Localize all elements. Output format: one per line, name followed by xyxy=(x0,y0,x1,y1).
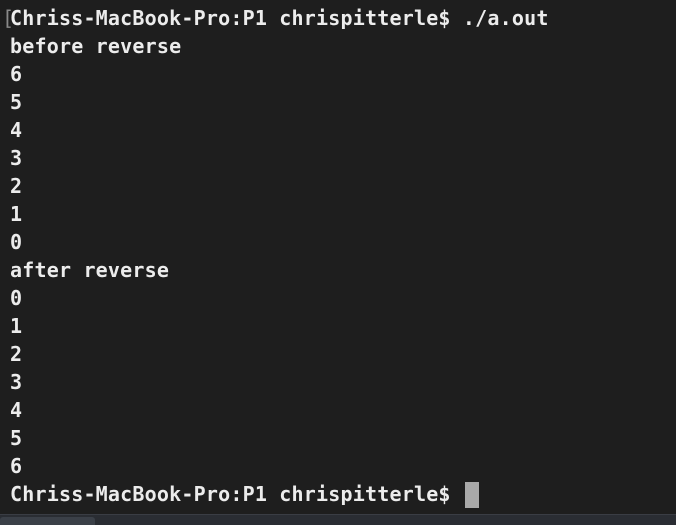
terminal-line-output: 1 xyxy=(10,202,23,226)
terminal-line-output: 6 xyxy=(10,454,23,478)
terminal-line-output: 0 xyxy=(10,286,23,310)
terminal-line-output: 6 xyxy=(10,62,23,86)
terminal-prompt: Chriss-MacBook-Pro:P1 chrispitterle$ xyxy=(10,482,463,506)
terminal-line-output: 2 xyxy=(10,342,23,366)
terminal-line-output: 3 xyxy=(10,370,23,394)
terminal-line-output: 5 xyxy=(10,426,23,450)
terminal-line-output: 3 xyxy=(10,146,23,170)
terminal-line-output: 0 xyxy=(10,230,23,254)
terminal-line-output: before reverse xyxy=(10,34,182,58)
window-bottom-edge xyxy=(0,514,676,525)
text-cursor xyxy=(464,481,479,508)
terminal-line-output: 4 xyxy=(10,398,23,422)
terminal-prompt-line[interactable]: Chriss-MacBook-Pro:P1 chrispitterle$ xyxy=(10,480,676,508)
terminal-line-output: 2 xyxy=(10,174,23,198)
terminal-line-output: 5 xyxy=(10,90,23,114)
terminal-line-command: Chriss-MacBook-Pro:P1 chrispitterle$ ./a… xyxy=(10,6,549,30)
terminal-line-output: after reverse xyxy=(10,258,170,282)
terminal-line-output: 1 xyxy=(10,314,23,338)
terminal-line-output: 4 xyxy=(10,118,23,142)
terminal-window[interactable]: [ Chriss-MacBook-Pro:P1 chrispitterle$ .… xyxy=(0,0,676,514)
line-bracket-marker: [ xyxy=(2,6,15,30)
